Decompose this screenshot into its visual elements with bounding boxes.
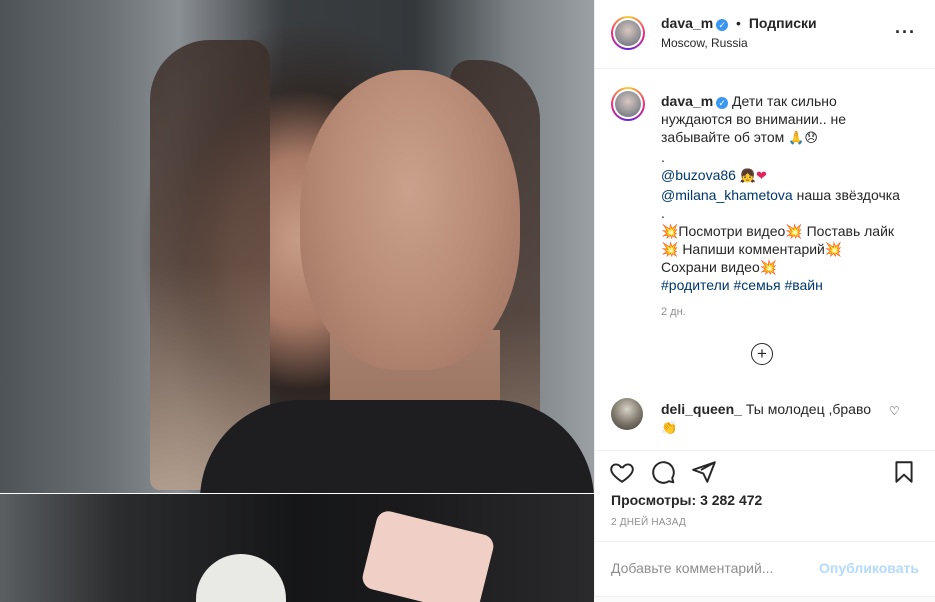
caption-avatar[interactable] (611, 87, 645, 121)
post-panel: dava_m ✓ • Подписки Moscow, Russia ··· da… (594, 0, 935, 602)
caption-username[interactable]: dava_m (661, 93, 713, 109)
add-comment-bar: Опубликовать (595, 541, 935, 597)
caption-dot-2: . (661, 205, 665, 221)
caption-cta-3: Сохрани видео💥 (661, 259, 778, 275)
video-frame-bottom (0, 494, 594, 602)
follow-status-button[interactable]: Подписки (749, 15, 817, 31)
comment-icon[interactable] (650, 459, 676, 485)
comment-text: deli_queen_ Ты молодец ,браво 👏 (661, 400, 881, 438)
post-media[interactable] (0, 0, 594, 602)
commenter-avatar[interactable] (611, 398, 643, 430)
comment-body: Ты молодец ,браво (745, 401, 872, 417)
comment-emoji: 👏 (661, 421, 678, 436)
heart-icon[interactable] (609, 459, 635, 485)
views-number: 3 282 472 (700, 492, 763, 508)
header-username[interactable]: dava_m (661, 15, 713, 31)
mention2-text: наша звёздочка (796, 187, 900, 203)
bookmark-icon[interactable] (891, 459, 917, 485)
verified-badge-icon: ✓ (716, 19, 729, 31)
caption-cta-1: 💥Посмотри видео💥 Поставь лайк (661, 223, 895, 239)
shirt-shape (200, 400, 594, 500)
video-frame-top (0, 0, 594, 500)
caption-text: dava_m ✓ Дети так сильно нуждаются во вни… (661, 92, 909, 294)
caption-emoji-1: 🙏😞 (788, 131, 818, 146)
post-date[interactable]: 2 ДНЕЙ НАЗАД (611, 517, 686, 528)
caption-cta-2: 💥 Напиши комментарий💥 (661, 241, 843, 257)
post-comment-button[interactable]: Опубликовать (819, 560, 919, 576)
post-header: dava_m ✓ • Подписки Moscow, Russia ··· (595, 0, 935, 69)
coffee-cup-shape (196, 554, 286, 602)
commenter-username[interactable]: deli_queen_ (661, 401, 742, 417)
views-count[interactable]: Просмотры: 3 282 472 (611, 492, 762, 508)
comment-input[interactable] (611, 560, 801, 576)
caption-dot-1: . (661, 149, 665, 165)
mention-buzova86[interactable]: @buzova86 (661, 167, 736, 183)
author-avatar[interactable] (611, 16, 645, 50)
more-icon[interactable]: ··· (895, 22, 916, 43)
action-bar: Просмотры: 3 282 472 2 ДНЕЙ НАЗАД (595, 450, 935, 541)
header-name-row: dava_m ✓ • Подписки (661, 15, 817, 31)
views-label: Просмотры: (611, 492, 697, 508)
mention-milana[interactable]: @milana_khametova (661, 187, 793, 203)
plus-circle-icon[interactable]: + (751, 343, 773, 365)
face-shape (300, 70, 520, 370)
caption-hashtags[interactable]: #родители #семья #вайн (661, 276, 909, 294)
panel-bottom-border (594, 596, 935, 602)
comment-like-heart-icon[interactable]: ♡ (889, 404, 900, 418)
share-icon[interactable] (691, 459, 717, 485)
post-location[interactable]: Moscow, Russia (661, 36, 748, 50)
caption-time[interactable]: 2 дн. (661, 306, 686, 318)
header-separator: • (736, 15, 741, 31)
caption-scroll-area[interactable]: dava_m ✓ Дети так сильно нуждаются во вни… (595, 69, 935, 449)
verified-badge-icon: ✓ (716, 97, 729, 109)
phone-shape (360, 508, 496, 602)
mention-emoji: 👧❤ (739, 169, 767, 184)
